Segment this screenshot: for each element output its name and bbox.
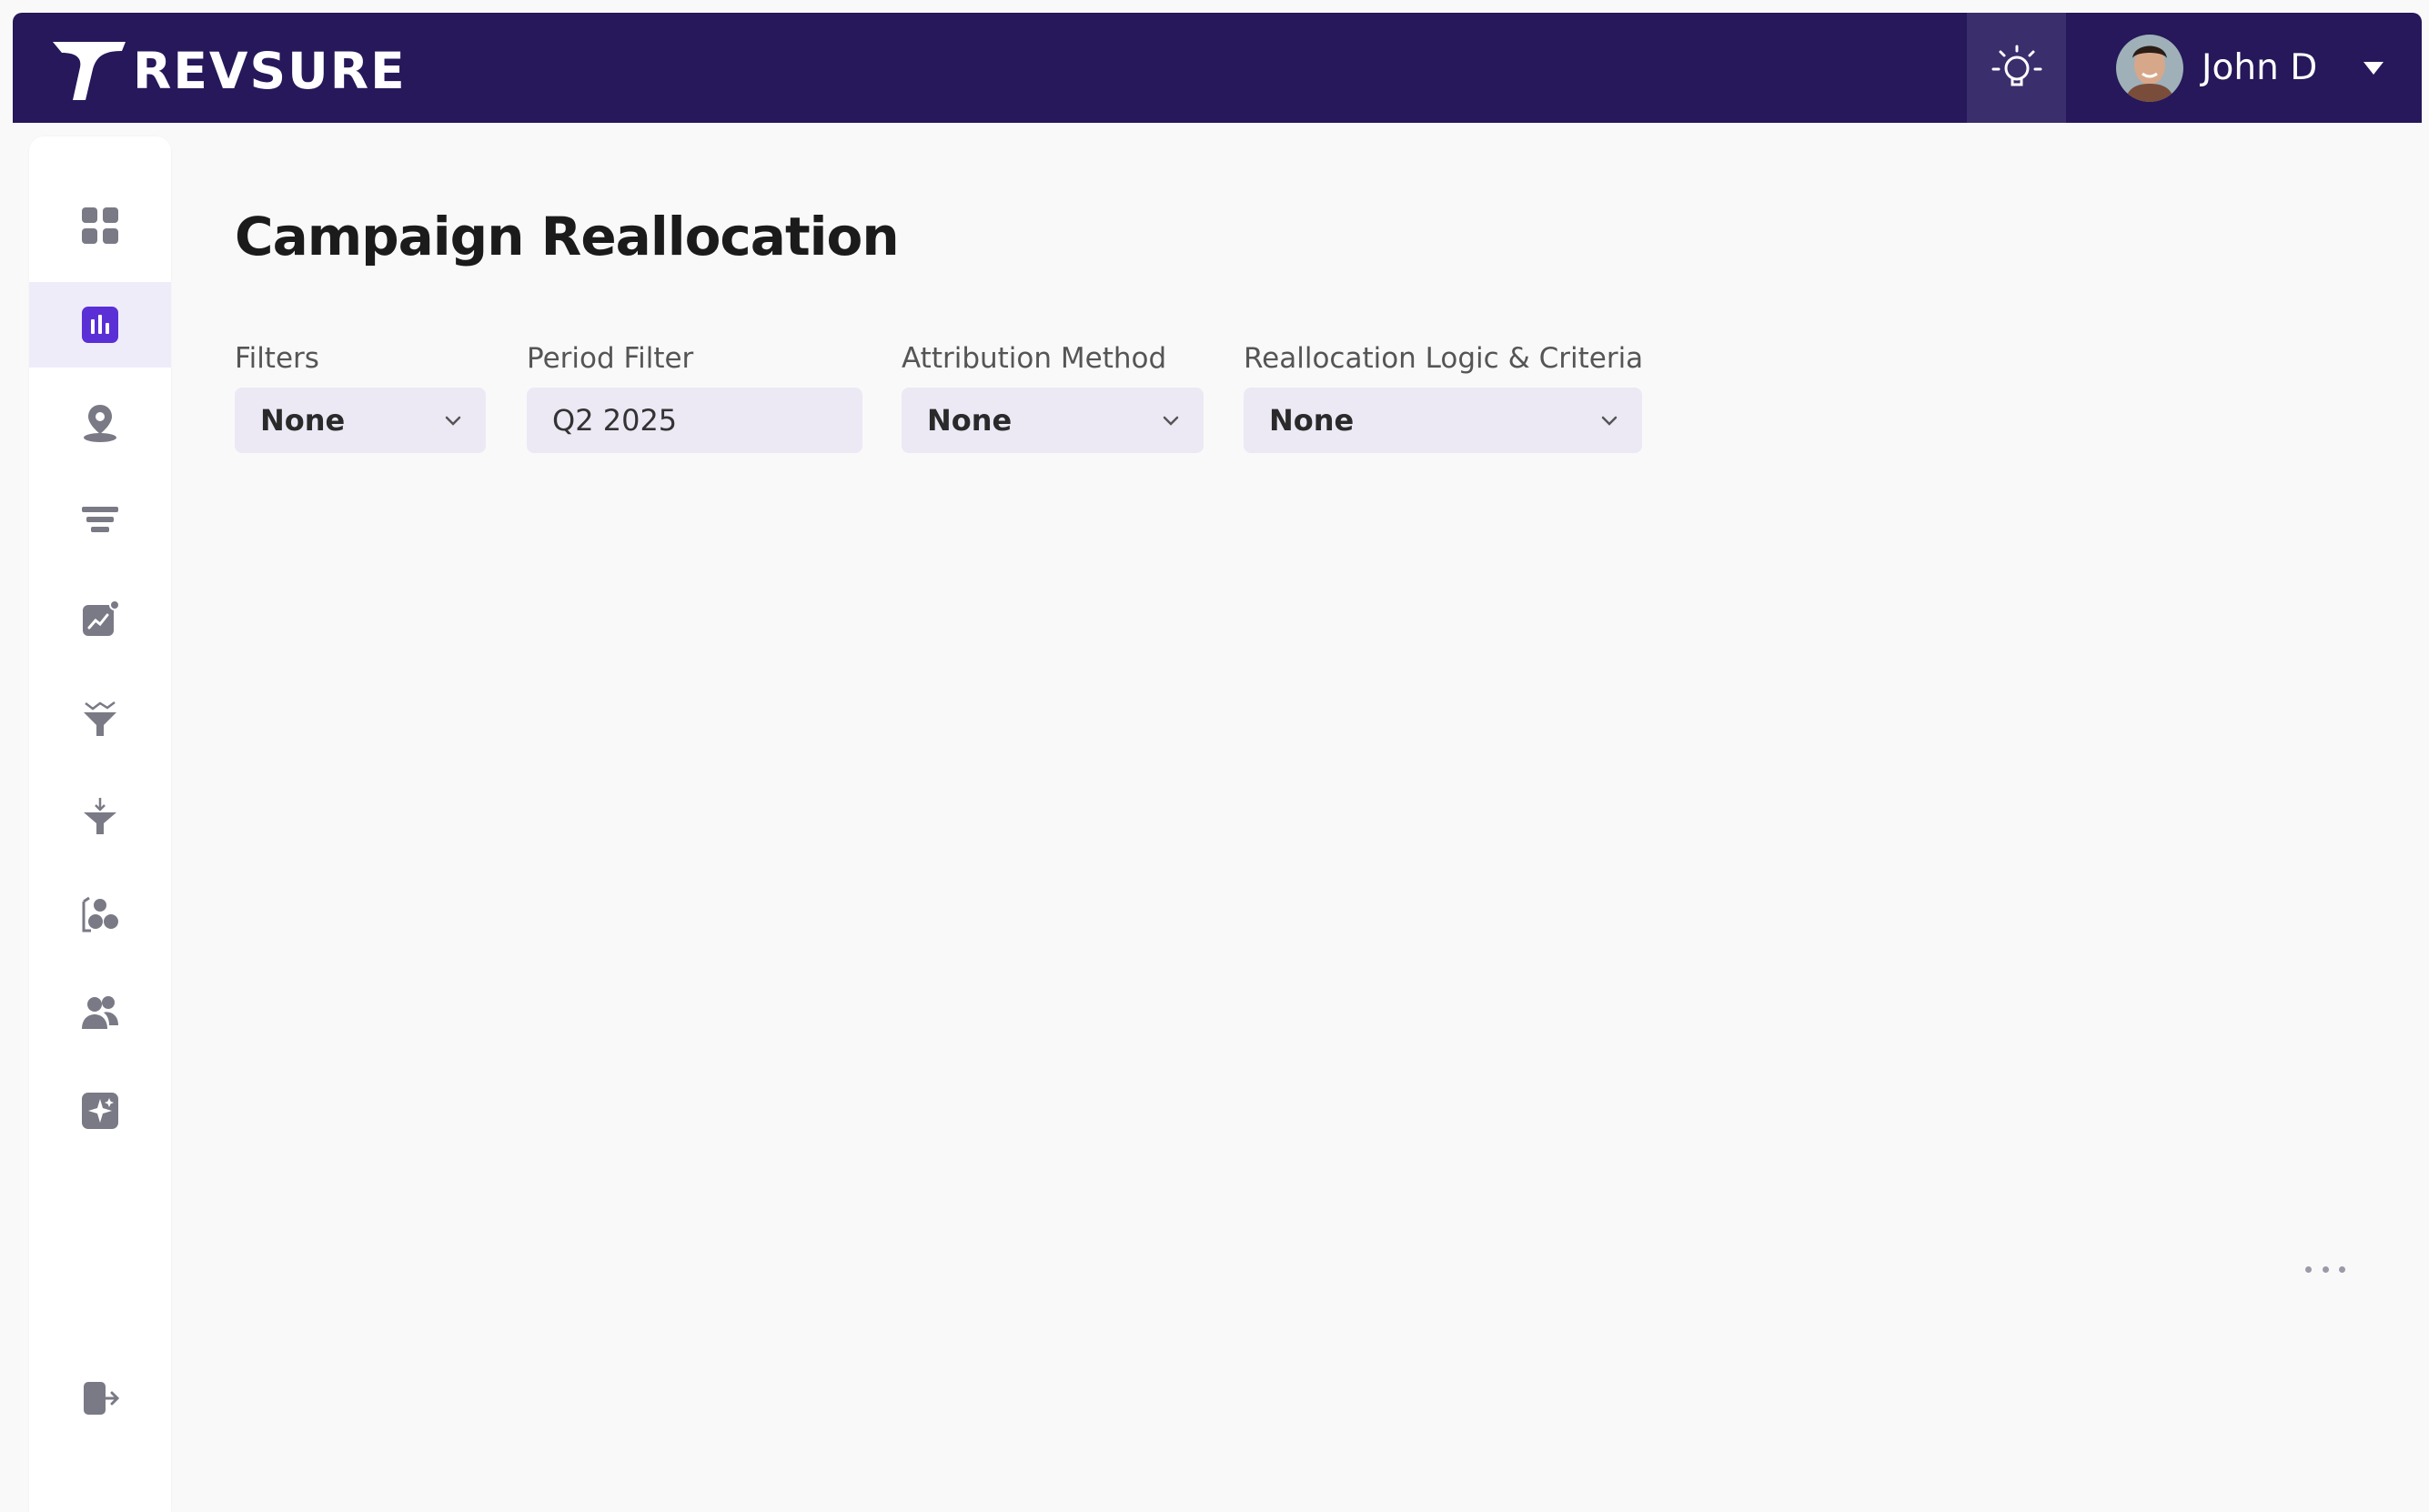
app-frame: REVSURE John D Campaign Reallocation Fil… bbox=[0, 0, 2429, 1512]
period-filter-label: Period Filter bbox=[527, 342, 694, 375]
filters-label: Filters bbox=[235, 342, 319, 375]
logout-icon bbox=[84, 1382, 120, 1415]
top-bar: REVSURE John D bbox=[13, 13, 2422, 123]
sidebar-item-funnel-trend[interactable] bbox=[29, 675, 171, 761]
users-icon bbox=[82, 996, 118, 1029]
reallocation-logic-label: Reallocation Logic & Criteria bbox=[1244, 342, 1644, 375]
brand-name: REVSURE bbox=[133, 42, 407, 100]
insights-button[interactable] bbox=[1967, 13, 2066, 123]
map-pin-icon bbox=[84, 405, 116, 442]
revsure-logo-icon bbox=[53, 42, 126, 100]
filters-value: None bbox=[260, 403, 346, 438]
period-filter-value: Q2 2025 bbox=[552, 403, 678, 438]
period-filter-input[interactable]: Q2 2025 bbox=[527, 388, 862, 453]
avatar bbox=[2116, 34, 2183, 102]
user-menu[interactable]: John D bbox=[2116, 13, 2398, 123]
chevron-down-icon bbox=[445, 416, 461, 426]
page-title: Campaign Reallocation bbox=[235, 206, 900, 267]
attribution-method-field: Attribution Method None bbox=[902, 342, 1204, 453]
period-filter-field: Period Filter Q2 2025 bbox=[527, 342, 862, 453]
trend-chart-icon bbox=[83, 600, 120, 636]
brand-logo[interactable]: REVSURE bbox=[49, 38, 407, 104]
reallocation-logic-value: None bbox=[1269, 403, 1355, 438]
sidebar-item-users[interactable] bbox=[29, 970, 171, 1055]
caret-down-icon bbox=[2363, 61, 2384, 75]
logout-button[interactable] bbox=[29, 1356, 171, 1441]
sidebar-item-analytics[interactable] bbox=[29, 282, 171, 368]
sidebar-item-segments[interactable] bbox=[29, 872, 171, 957]
segments-icon bbox=[82, 896, 118, 932]
filters-select[interactable]: None bbox=[235, 388, 486, 453]
lightbulb-icon bbox=[1991, 45, 2041, 86]
funnel-down-icon bbox=[84, 798, 116, 834]
attribution-method-label: Attribution Method bbox=[902, 342, 1167, 375]
chevron-down-icon bbox=[1163, 416, 1179, 426]
attribution-method-select[interactable]: None bbox=[902, 388, 1204, 453]
user-name: John D bbox=[2202, 47, 2318, 88]
grid-icon bbox=[82, 207, 118, 244]
sidebar-item-dashboard[interactable] bbox=[29, 183, 171, 268]
sidebar-item-trends[interactable] bbox=[29, 577, 171, 662]
sidebar-item-funnel-down[interactable] bbox=[29, 773, 171, 859]
sparkle-icon bbox=[82, 1093, 118, 1129]
sidebar bbox=[29, 136, 171, 1512]
chevron-down-icon bbox=[1601, 416, 1618, 426]
sidebar-item-location[interactable] bbox=[29, 380, 171, 466]
funnel-trend-icon bbox=[84, 701, 116, 736]
sidebar-item-ai[interactable] bbox=[29, 1068, 171, 1154]
sidebar-item-funnel[interactable] bbox=[29, 479, 171, 564]
reallocation-logic-field: Reallocation Logic & Criteria None bbox=[1244, 342, 1644, 453]
attribution-method-value: None bbox=[927, 403, 1013, 438]
funnel-layers-icon bbox=[82, 507, 118, 532]
filters-field: Filters None bbox=[235, 342, 486, 453]
reallocation-logic-select[interactable]: None bbox=[1244, 388, 1642, 453]
bar-chart-icon bbox=[82, 307, 118, 343]
more-dots-icon[interactable] bbox=[2305, 1259, 2345, 1279]
